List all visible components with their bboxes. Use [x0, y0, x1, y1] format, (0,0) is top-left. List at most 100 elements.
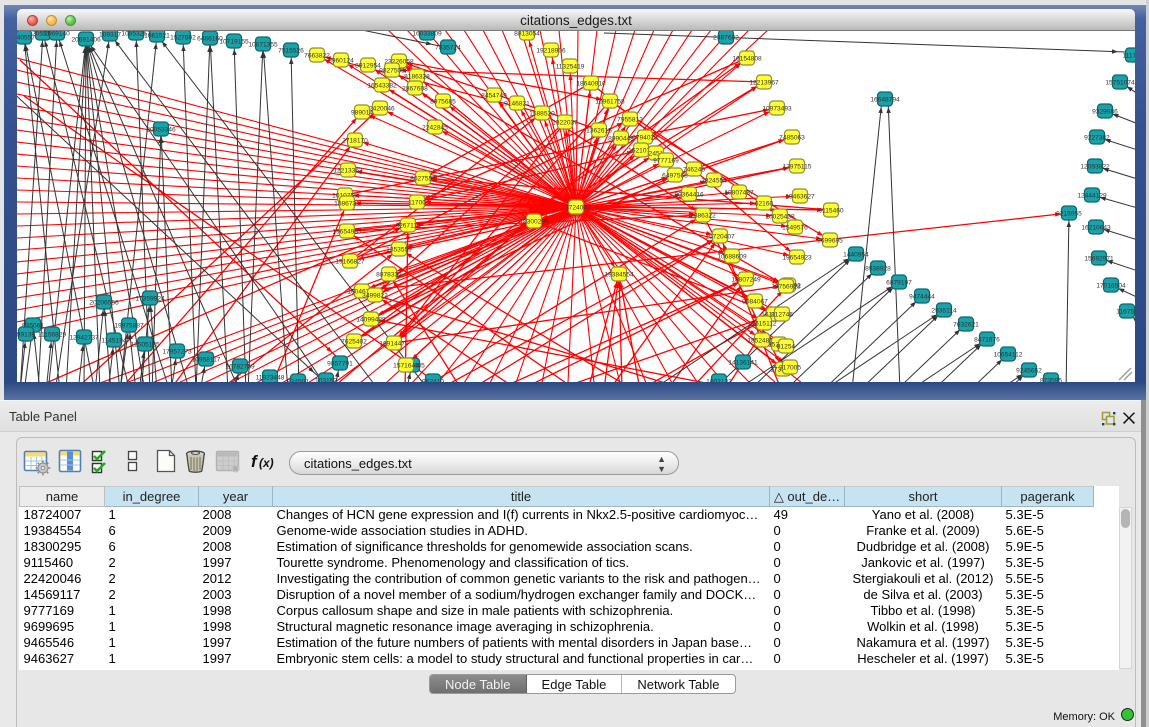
svg-text:8990448: 8990448: [608, 136, 634, 143]
svg-text:7835724: 7835724: [435, 45, 461, 52]
svg-text:12505135: 12505135: [130, 342, 160, 349]
svg-text:16961758: 16961758: [595, 99, 625, 106]
svg-text:1353559: 1353559: [386, 247, 412, 254]
svg-text:2718170: 2718170: [342, 138, 368, 145]
svg-text:6879197: 6879197: [886, 280, 912, 287]
svg-text:18300295: 18300295: [519, 219, 549, 226]
svg-text:812746: 812746: [771, 312, 793, 319]
svg-text:1527602: 1527602: [170, 35, 196, 42]
svg-text:10688609: 10688609: [717, 254, 747, 261]
svg-text:10958117: 10958117: [192, 357, 221, 364]
svg-text:8813054: 8813054: [514, 31, 540, 38]
svg-text:7625402: 7625402: [341, 339, 367, 346]
svg-text:2069140: 2069140: [44, 31, 70, 38]
svg-text:1061521: 1061521: [144, 33, 170, 40]
svg-text:19463627: 19463627: [785, 194, 815, 201]
svg-text:8960124: 8960124: [328, 58, 354, 65]
svg-text:11700: 11700: [408, 200, 426, 207]
svg-text:9146821: 9146821: [504, 101, 530, 108]
svg-text:9245652: 9245652: [1016, 368, 1042, 375]
svg-text:746246: 746246: [683, 167, 705, 174]
svg-text:1322037: 1322037: [552, 120, 578, 127]
svg-text:7632621: 7632621: [953, 322, 979, 329]
svg-text:19756928: 19756928: [771, 284, 801, 291]
svg-text:8912954: 8912954: [355, 63, 381, 70]
svg-text:1086731: 1086731: [334, 201, 360, 208]
svg-text:10973493: 10973493: [762, 106, 792, 113]
svg-text:1588520: 1588520: [529, 111, 555, 118]
svg-text:1002133: 1002133: [706, 379, 732, 382]
svg-text:20206556: 20206556: [89, 300, 119, 307]
svg-text:8454749: 8454749: [481, 93, 507, 100]
svg-text:7386322: 7386322: [690, 213, 716, 220]
svg-text:9084067: 9084067: [742, 299, 768, 306]
svg-text:109317: 109317: [99, 32, 121, 39]
svg-text:16914479: 16914479: [379, 341, 409, 348]
svg-text:11923448: 11923448: [256, 375, 285, 382]
svg-text:2935114: 2935114: [931, 308, 957, 315]
svg-text:16154808: 16154808: [732, 56, 762, 63]
svg-text:2242845: 2242845: [422, 125, 448, 132]
svg-text:15720407: 15720407: [705, 234, 735, 241]
svg-text:13975115: 13975115: [783, 164, 812, 171]
svg-text:7515526: 7515526: [278, 48, 304, 55]
svg-text:12444129: 12444129: [1077, 193, 1107, 200]
svg-text:2867608: 2867608: [402, 86, 428, 93]
svg-text:12093822: 12093822: [1080, 164, 1110, 171]
svg-text:14099488: 14099488: [356, 317, 386, 324]
svg-text:3499822: 3499822: [362, 293, 388, 300]
svg-text:8027552: 8027552: [410, 176, 436, 183]
svg-text:8975685: 8975685: [430, 99, 456, 106]
svg-text:7485063: 7485063: [779, 135, 805, 142]
svg-text:8267115: 8267115: [395, 223, 421, 230]
svg-text:2387682: 2387682: [713, 35, 739, 42]
svg-text:19975887: 19975887: [114, 323, 144, 330]
svg-text:20053346: 20053346: [146, 127, 176, 134]
svg-text:1549576: 1549576: [782, 225, 808, 232]
svg-text:9474444: 9474444: [909, 294, 935, 301]
svg-text:12213363: 12213363: [333, 168, 363, 175]
svg-text:16210643: 16210643: [1081, 225, 1111, 232]
svg-text:19384554: 19384554: [604, 272, 634, 279]
svg-text:10807487: 10807487: [724, 190, 754, 197]
svg-text:873595: 873595: [1040, 378, 1062, 382]
svg-text:8938928: 8938928: [865, 266, 891, 273]
svg-text:10654112: 10654112: [994, 352, 1023, 359]
svg-text:1571644: 1571644: [393, 363, 419, 370]
svg-text:989014: 989014: [351, 110, 373, 117]
svg-text:116753: 116753: [1116, 309, 1135, 316]
svg-text:16782759: 16782759: [225, 364, 255, 371]
svg-text:9827508: 9827508: [379, 68, 405, 75]
svg-text:20691406: 20691406: [71, 37, 101, 44]
svg-text:18724007: 18724007: [561, 205, 591, 212]
svg-text:917005: 917005: [779, 365, 801, 372]
svg-text:10671355: 10671355: [248, 42, 278, 49]
svg-text:17016504: 17016504: [1096, 283, 1126, 290]
svg-text:9227382: 9227382: [1084, 135, 1110, 142]
svg-text:1615112: 1615112: [751, 321, 777, 328]
svg-text:16543382: 16543382: [367, 83, 397, 90]
svg-text:f: f: [251, 452, 259, 471]
svg-text:9857791: 9857791: [327, 361, 353, 368]
svg-text:8186328: 8186328: [404, 74, 430, 81]
svg-text:7955812: 7955812: [617, 117, 643, 124]
svg-text:81254: 81254: [777, 344, 796, 351]
svg-text:19654923: 19654923: [782, 255, 812, 262]
svg-text:7663822: 7663822: [304, 53, 330, 60]
svg-text:39139: 39139: [17, 332, 35, 339]
svg-text:18640910: 18640910: [576, 81, 606, 88]
svg-text:9329986: 9329986: [1092, 109, 1118, 116]
svg-text:11325419: 11325419: [556, 64, 585, 71]
svg-text:15751074: 15751074: [1105, 80, 1135, 87]
svg-text:(x): (x): [259, 456, 274, 470]
svg-text:1145194: 1145194: [101, 338, 127, 345]
svg-text:16648794: 16648794: [870, 97, 900, 104]
svg-text:17957273: 17957273: [162, 349, 192, 356]
svg-text:15692971: 15692971: [1084, 256, 1114, 263]
svg-text:9115460: 9115460: [818, 208, 844, 215]
svg-text:62160: 62160: [755, 201, 774, 208]
svg-text:16033809: 16033809: [412, 31, 442, 38]
svg-text:111743: 111743: [1122, 53, 1135, 60]
svg-text:14136141: 14136141: [728, 360, 758, 367]
svg-text:19654985: 19654985: [332, 229, 362, 236]
